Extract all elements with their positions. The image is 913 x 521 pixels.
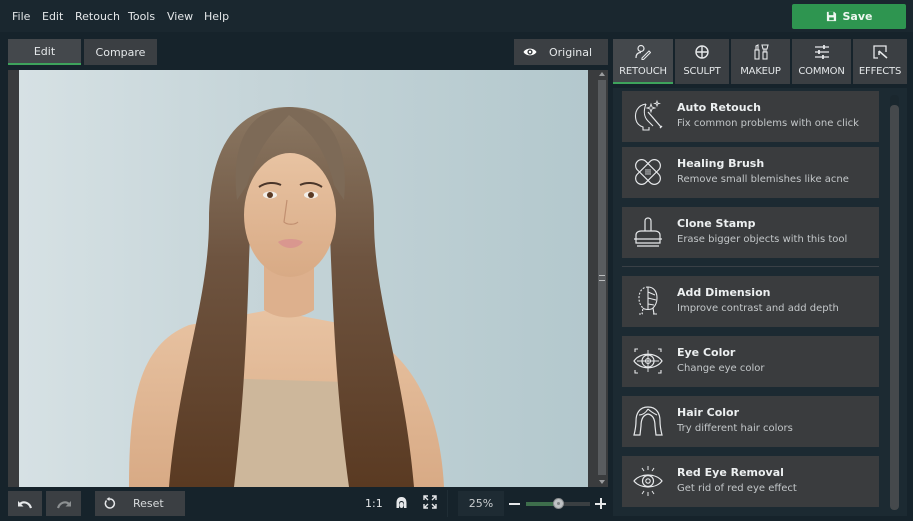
magic-face-icon [634,99,663,131]
scroll-up-arrow[interactable] [599,72,605,76]
redo-button[interactable] [46,491,81,516]
bandage-icon [635,159,661,185]
tab-sculpt[interactable]: SCULPT [675,39,729,84]
reset-button[interactable]: Reset [95,491,185,516]
retouch-icon [635,44,651,60]
zoom-in-button[interactable] [595,498,606,509]
tool-auto-retouch[interactable]: Auto Retouch Fix common problems with on… [622,91,879,142]
zoom-slider[interactable] [526,498,590,509]
tool-title: Healing Brush [677,157,765,170]
tool-title: Red Eye Removal [677,466,784,479]
canvas-vertical-scrollbar[interactable] [596,70,608,487]
tab-retouch-label: RETOUCH [619,66,667,77]
tab-sculpt-label: SCULPT [683,66,721,77]
tool-description: Change eye color [677,363,765,374]
face-dimension-icon [638,286,658,315]
toolbar-divider [447,490,448,517]
save-label: Save [842,10,873,23]
tool-red-eye-removal[interactable]: Red Eye Removal Get rid of red eye effec… [622,456,879,507]
tool-description: Improve contrast and add depth [677,303,839,314]
menu-view[interactable]: View [167,10,193,23]
actual-size-button[interactable]: 1:1 [365,497,383,510]
effects-icon [873,45,888,59]
original-button[interactable]: Original [514,39,608,65]
tool-title: Eye Color [677,346,736,359]
tools-group-divider [622,266,879,267]
menu-tools[interactable]: Tools [128,10,155,23]
tool-description: Remove small blemishes like acne [677,174,849,185]
stamp-icon [634,217,662,247]
redo-icon [56,500,71,508]
tool-description: Fix common problems with one click [677,118,859,129]
tool-description: Erase bigger objects with this tool [677,234,848,245]
tab-makeup[interactable]: MAKEUP [731,39,790,84]
tool-title: Add Dimension [677,286,771,299]
hair-icon [633,406,663,436]
tool-add-dimension[interactable]: Add Dimension Improve contrast and add d… [622,276,879,327]
sculpt-icon [695,45,709,59]
menu-file[interactable]: File [12,10,30,23]
eye-icon [523,48,537,56]
tab-effects-label: EFFECTS [858,66,902,77]
menu-retouch[interactable]: Retouch [75,10,120,23]
tab-compare[interactable]: Compare [84,39,157,65]
menu-edit[interactable]: Edit [42,10,63,23]
tab-retouch[interactable]: RETOUCH [613,39,673,84]
tab-common-label: COMMON [798,66,845,77]
tools-panel-scrollbar[interactable] [890,95,899,510]
photo-canvas[interactable] [19,70,588,487]
zoom-level-field[interactable]: 25% [458,491,504,516]
floppy-disk-icon [826,11,836,22]
menu-bar: File Edit Retouch Tools View Help Save [0,0,913,32]
tab-common[interactable]: COMMON [792,39,851,84]
tool-healing-brush[interactable]: Healing Brush Remove small blemishes lik… [622,147,879,198]
original-label: Original [549,46,593,59]
face-detect-icon[interactable] [395,496,408,510]
fit-to-screen-icon[interactable] [423,495,437,509]
tab-makeup-label: MAKEUP [740,66,781,77]
reset-icon [104,497,116,509]
eye-target-icon [633,348,663,374]
tool-title: Auto Retouch [677,101,761,114]
tool-title: Clone Stamp [677,217,756,230]
zoom-out-button[interactable] [509,503,520,505]
tool-description: Try different hair colors [677,423,793,434]
tool-description: Get rid of red eye effect [677,483,797,494]
scrollbar-grip-icon [599,275,605,281]
sliders-icon [814,45,829,59]
undo-button[interactable] [8,491,42,516]
menu-help[interactable]: Help [204,10,229,23]
tool-eye-color[interactable]: Eye Color Change eye color [622,336,879,387]
zoom-slider-thumb[interactable] [553,498,564,509]
reset-label: Reset [133,497,164,510]
tab-effects[interactable]: EFFECTS [853,39,907,84]
portrait-photo [129,107,444,487]
scroll-down-arrow[interactable] [599,480,605,484]
save-button[interactable]: Save [792,4,906,29]
tool-hair-color[interactable]: Hair Color Try different hair colors [622,396,879,447]
photo-editor-window: File Edit Retouch Tools View Help Save E… [0,0,913,521]
tools-scrollbar-thumb[interactable] [890,105,899,510]
tool-title: Hair Color [677,406,740,419]
tool-clone-stamp[interactable]: Clone Stamp Erase bigger objects with th… [622,207,879,258]
red-eye-icon [633,466,663,496]
makeup-icon [753,44,769,60]
tab-edit[interactable]: Edit [8,39,81,65]
undo-icon [18,500,33,508]
